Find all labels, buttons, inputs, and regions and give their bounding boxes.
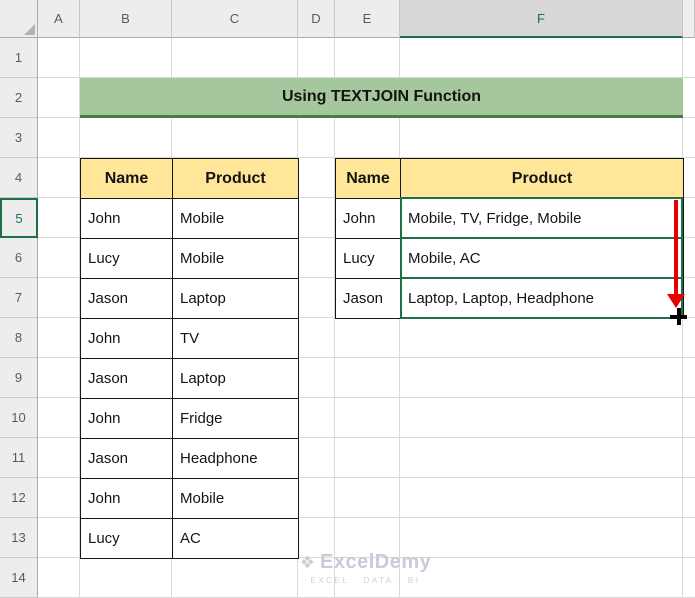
table-row: Jason Laptop (81, 359, 299, 399)
right-table-header-product[interactable]: Product (401, 159, 684, 199)
row-header-9[interactable]: 9 (0, 358, 38, 398)
column-header-F[interactable]: F (400, 0, 683, 38)
product-cell[interactable]: Mobile, TV, Fridge, Mobile (401, 199, 684, 239)
name-cell[interactable]: John (81, 479, 173, 519)
product-cell[interactable]: Laptop, Laptop, Headphone (401, 279, 684, 319)
row-header-5[interactable]: 5 (0, 198, 38, 238)
source-table: Name Product John Mobile Lucy Mobile Jas… (80, 158, 299, 559)
select-all-triangle-icon (24, 24, 35, 35)
row-header-2[interactable]: 2 (0, 78, 38, 118)
name-cell[interactable]: Jason (336, 279, 401, 319)
exceldemy-logo-icon: ❖ (299, 553, 315, 572)
column-header-C[interactable]: C (172, 0, 298, 38)
table-row: John Mobile (81, 479, 299, 519)
table-row: Jason Headphone (81, 439, 299, 479)
right-table-header-name[interactable]: Name (336, 159, 401, 199)
column-header-partial (683, 0, 695, 38)
row-header-4[interactable]: 4 (0, 158, 38, 198)
table-header-row: Name Product (81, 159, 299, 199)
product-cell[interactable]: AC (173, 519, 299, 559)
table-row: Lucy AC (81, 519, 299, 559)
row-header-6[interactable]: 6 (0, 238, 38, 278)
result-table: Name Product John Mobile, TV, Fridge, Mo… (335, 158, 684, 319)
table-row: John Fridge (81, 399, 299, 439)
product-cell[interactable]: Fridge (173, 399, 299, 439)
name-cell[interactable]: Lucy (336, 239, 401, 279)
table-row: Jason Laptop (81, 279, 299, 319)
row-header-14[interactable]: 14 (0, 558, 38, 598)
name-cell[interactable]: John (81, 199, 173, 239)
product-cell[interactable]: Laptop (173, 359, 299, 399)
table-row: Lucy Mobile (81, 239, 299, 279)
title-banner[interactable]: Using TEXTJOIN Function (80, 78, 683, 118)
select-all-corner[interactable] (0, 0, 38, 38)
row-header-3[interactable]: 3 (0, 118, 38, 158)
name-cell[interactable]: Jason (81, 439, 173, 479)
row-header-12[interactable]: 12 (0, 478, 38, 518)
row-header-13[interactable]: 13 (0, 518, 38, 558)
product-cell[interactable]: TV (173, 319, 299, 359)
product-cell[interactable]: Mobile, AC (401, 239, 684, 279)
product-cell[interactable]: Mobile (173, 239, 299, 279)
product-cell[interactable]: Headphone (173, 439, 299, 479)
table-row: John Mobile (81, 199, 299, 239)
name-cell[interactable]: John (336, 199, 401, 239)
row-header-1[interactable]: 1 (0, 38, 38, 78)
table-header-row: Name Product (336, 159, 684, 199)
table-row: Jason Laptop, Laptop, Headphone (336, 279, 684, 319)
product-cell[interactable]: Mobile (173, 479, 299, 519)
product-cell[interactable]: Laptop (173, 279, 299, 319)
name-cell[interactable]: Lucy (81, 239, 173, 279)
name-cell[interactable]: Lucy (81, 519, 173, 559)
row-header-7[interactable]: 7 (0, 278, 38, 318)
exceldemy-watermark: ❖ ExcelDemy EXCEL · DATA · BI (278, 551, 453, 585)
name-cell[interactable]: Jason (81, 359, 173, 399)
name-cell[interactable]: Jason (81, 279, 173, 319)
column-header-A[interactable]: A (38, 0, 80, 38)
table-row: Lucy Mobile, AC (336, 239, 684, 279)
table-row: John TV (81, 319, 299, 359)
watermark-tagline: EXCEL · DATA · BI (310, 576, 421, 585)
row-header-11[interactable]: 11 (0, 438, 38, 478)
name-cell[interactable]: John (81, 399, 173, 439)
watermark-brand: ExcelDemy (320, 551, 432, 573)
column-header-D[interactable]: D (298, 0, 335, 38)
table-row: John Mobile, TV, Fridge, Mobile (336, 199, 684, 239)
spreadsheet: A B C D E F 1 2 3 4 5 6 7 8 9 10 11 12 1… (0, 0, 695, 598)
left-table-header-name[interactable]: Name (81, 159, 173, 199)
column-header-B[interactable]: B (80, 0, 172, 38)
product-cell[interactable]: Mobile (173, 199, 299, 239)
left-table-header-product[interactable]: Product (173, 159, 299, 199)
column-header-E[interactable]: E (335, 0, 400, 38)
name-cell[interactable]: John (81, 319, 173, 359)
row-header-10[interactable]: 10 (0, 398, 38, 438)
row-header-8[interactable]: 8 (0, 318, 38, 358)
